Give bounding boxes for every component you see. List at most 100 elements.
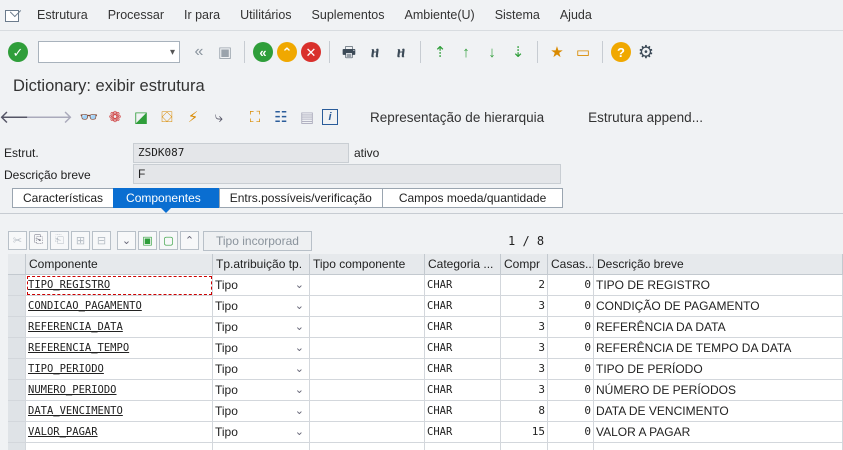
cell-componente[interactable] [26,443,213,450]
cell-tipo-componente[interactable] [310,317,425,338]
row-selector[interactable] [8,443,26,450]
table-row-empty[interactable] [8,443,843,450]
column-header-tipo-componente[interactable]: Tipo componente [310,254,425,275]
tab-caracteristicas[interactable]: Características [12,188,114,208]
cell-descricao[interactable]: TIPO DE PERÍODO [594,359,843,380]
cell-descricao[interactable]: NÚMERO DE PERÍODOS [594,380,843,401]
find-icon[interactable]: ዘ [364,41,386,63]
cell-componente[interactable]: NUMERO_PERIODO [26,380,213,401]
chevron-down-icon[interactable]: ⌄ [295,422,304,442]
chevron-down-icon[interactable]: ▾ [170,47,175,58]
settings-gear-icon[interactable]: ⚙ [635,41,657,63]
cancel-icon[interactable]: ✕ [301,42,321,62]
cell-compr[interactable]: 15 [501,422,548,443]
find-next-icon[interactable]: ዘ [390,41,412,63]
column-header-componente[interactable]: Componente [26,254,213,275]
row-selector[interactable] [8,338,26,359]
cell-tp-atribuicao[interactable] [213,443,310,450]
info-icon[interactable]: i [322,109,338,125]
print-icon[interactable]: 🖶 [338,41,360,63]
cell-casas[interactable]: 0 [548,422,594,443]
cell-descricao[interactable]: TIPO DE REGISTRO [594,275,843,296]
chevron-down-icon[interactable]: ⌄ [295,380,304,400]
row-selector[interactable] [8,275,26,296]
double-left-arrow-icon[interactable]: « [188,41,210,63]
cell-categoria[interactable]: CHAR [425,296,501,317]
hierarchy-icon[interactable]: ☷ [270,106,292,128]
enter-check-icon[interactable]: ✓ [8,42,28,62]
row-selector[interactable] [8,296,26,317]
cell-casas[interactable]: 0 [548,380,594,401]
cell-tp-atribuicao[interactable]: Tipo ⌄ [213,338,310,359]
menu-utilitarios[interactable]: Utilitários [230,8,301,22]
cell-tp-atribuicao[interactable]: Tipo ⌄ [213,401,310,422]
previous-page-icon[interactable]: ↑ [455,41,477,63]
cell-casas[interactable]: 0 [548,296,594,317]
chevron-down-icon[interactable]: ⌄ [295,275,304,295]
hierarchy-representation-button[interactable]: Representação de hierarquia [370,110,544,125]
cell-tipo-componente[interactable] [310,443,425,450]
cell-casas[interactable] [548,443,594,450]
table-row[interactable]: VALOR_PAGAR Tipo ⌄ CHAR 15 0 VALOR A PAGAR [8,422,843,443]
cell-tp-atribuicao[interactable]: Tipo ⌄ [213,275,310,296]
cell-compr[interactable]: 3 [501,380,548,401]
last-page-icon[interactable]: ⇣ [507,41,529,63]
cell-descricao[interactable]: VALOR A PAGAR [594,422,843,443]
row-selector[interactable] [8,380,26,401]
menu-ajuda[interactable]: Ajuda [550,8,602,22]
cell-tipo-componente[interactable] [310,338,425,359]
select-block-icon[interactable]: ▣ [138,231,157,250]
cell-componente[interactable]: VALOR_PAGAR [26,422,213,443]
forward-arrow-icon[interactable]: 🡒 [25,106,73,128]
menu-ambiente[interactable]: Ambiente(U) [395,8,485,22]
table-row[interactable]: CONDICAO_PAGAMENTO Tipo ⌄ CHAR 3 0 CONDIÇÃO DE… [8,296,843,317]
check-object-icon[interactable]: ⛋ [156,106,178,128]
menu-ir-para[interactable]: Ir para [174,8,230,22]
cell-descricao[interactable]: CONDIÇÃO DE PAGAMENTO [594,296,843,317]
row-selector[interactable] [8,317,26,338]
menu-sistema[interactable]: Sistema [485,8,550,22]
row-selector[interactable] [8,422,26,443]
object-list-icon[interactable]: ⛶ [244,106,266,128]
cell-componente[interactable]: TIPO_REGISTRO [26,275,213,296]
cell-descricao[interactable] [594,443,843,450]
row-selector[interactable] [8,401,26,422]
column-header-casas[interactable]: Casas... [548,254,594,275]
table-row[interactable]: TIPO_PERIODO Tipo ⌄ CHAR 3 0 TIPO DE PERÍODO [8,359,843,380]
cell-compr[interactable]: 3 [501,359,548,380]
cell-categoria[interactable]: CHAR [425,338,501,359]
other-object-icon[interactable]: ❁ [104,106,126,128]
desc-field[interactable]: F [133,164,561,184]
column-header-categoria[interactable]: Categoria ... [425,254,501,275]
menu-processar[interactable]: Processar [98,8,174,22]
tab-campos-moeda[interactable]: Campos moeda/quantidade [381,188,564,208]
cell-componente[interactable]: TIPO_PERIODO [26,359,213,380]
first-page-icon[interactable]: ⇡ [429,41,451,63]
cell-compr[interactable]: 2 [501,275,548,296]
cell-compr[interactable]: 3 [501,317,548,338]
cell-categoria[interactable]: CHAR [425,422,501,443]
cell-casas[interactable]: 0 [548,338,594,359]
insert-row-icon[interactable]: ⊞ [71,231,90,250]
where-used-icon[interactable]: ⤷ [208,106,230,128]
cell-casas[interactable]: 0 [548,359,594,380]
table-row[interactable]: NUMERO_PERIODO Tipo ⌄ CHAR 3 0 NÚMERO DE PERÍO… [8,380,843,401]
help-icon[interactable]: ? [611,42,631,62]
cell-casas[interactable]: 0 [548,317,594,338]
menu-estrutura[interactable]: Estrutura [27,8,98,22]
table-row[interactable]: REFERENCIA_DATA Tipo ⌄ CHAR 3 0 REFERÊNCIA DA … [8,317,843,338]
activate-icon[interactable]: ◪ [130,106,152,128]
chevron-down-icon[interactable]: ⌄ [295,338,304,358]
cell-casas[interactable]: 0 [548,401,594,422]
cell-componente[interactable]: REFERENCIA_DATA [26,317,213,338]
cell-componente[interactable]: DATA_VENCIMENTO [26,401,213,422]
cell-descricao[interactable]: DATA DE VENCIMENTO [594,401,843,422]
column-header-descricao[interactable]: Descrição breve [594,254,843,275]
deselect-icon[interactable]: ▢ [159,231,178,250]
chevron-down-icon[interactable]: ⌄ [295,317,304,337]
cut-row-icon[interactable]: ✂ [8,231,27,250]
table-row[interactable]: REFERENCIA_TEMPO Tipo ⌄ CHAR 3 0 REFERÊNCIA DE… [8,338,843,359]
chevron-down-icon[interactable]: ⌄ [295,296,304,316]
cell-tipo-componente[interactable] [310,401,425,422]
cell-tipo-componente[interactable] [310,359,425,380]
